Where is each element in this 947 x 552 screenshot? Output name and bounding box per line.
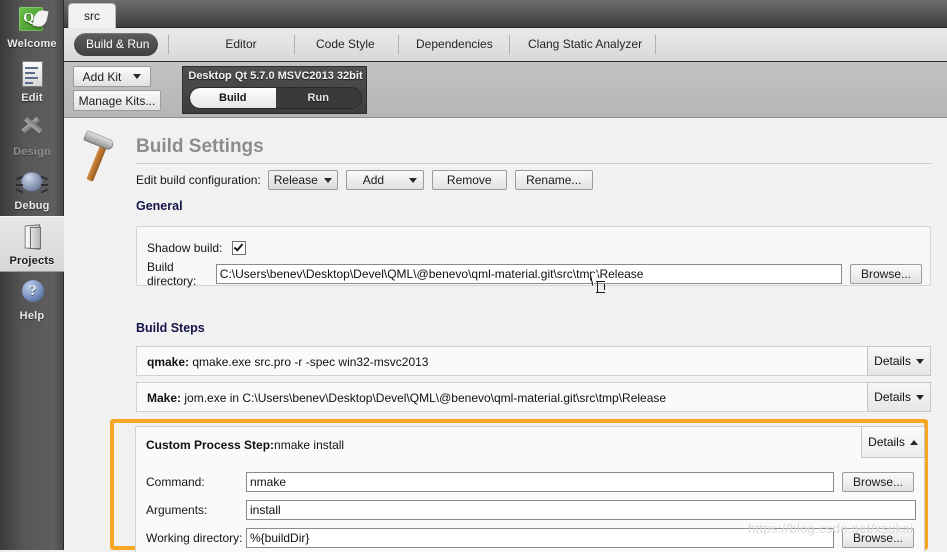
general-section-header: General bbox=[136, 199, 183, 213]
build-step-qmake-text: qmake: qmake.exe src.pro -r -spec win32-… bbox=[147, 347, 428, 377]
build-step-make-name: Make: bbox=[147, 391, 182, 405]
edit-build-configuration-label: Edit build configuration: bbox=[136, 173, 261, 187]
kit-name-label: Desktop Qt 5.7.0 MSVC2013 32bit bbox=[188, 70, 363, 82]
build-step-qmake-name: qmake: bbox=[147, 355, 190, 369]
arguments-input[interactable]: install bbox=[246, 500, 916, 520]
working-directory-label: Working directory: bbox=[146, 531, 243, 545]
design-brush-icon bbox=[15, 113, 49, 145]
build-configuration-value: Release bbox=[273, 173, 318, 187]
settings-category-tabs: Build & Run Editor Code Style Dependenci… bbox=[64, 28, 947, 62]
help-question-icon: ? bbox=[15, 277, 49, 309]
build-configuration-select[interactable]: Release bbox=[267, 170, 338, 190]
custom-process-step-details-button[interactable]: Details bbox=[861, 426, 925, 458]
kit-tab-run[interactable]: Run bbox=[276, 88, 362, 108]
mode-label-help: Help bbox=[19, 310, 45, 322]
tab-clang-static-analyzer[interactable]: Clang Static Analyzer bbox=[516, 33, 642, 56]
remove-configuration-button[interactable]: Remove bbox=[431, 170, 507, 190]
tab-build-and-run[interactable]: Build & Run bbox=[74, 33, 158, 56]
chevron-down-icon bbox=[323, 177, 332, 183]
details-label: Details bbox=[874, 354, 911, 368]
manage-kits-button[interactable]: Manage Kits... bbox=[73, 90, 161, 111]
details-label: Details bbox=[874, 390, 911, 404]
mode-label-projects: Projects bbox=[9, 255, 55, 267]
kit-build-run-toggle[interactable]: Build Run bbox=[189, 87, 362, 109]
mode-item-help[interactable]: ? Help bbox=[0, 272, 64, 326]
build-step-qmake-details-button[interactable]: Details bbox=[867, 346, 931, 376]
bug-icon bbox=[15, 167, 49, 199]
mode-label-debug: Debug bbox=[14, 200, 50, 212]
mode-item-design: Design bbox=[0, 108, 64, 162]
working-directory-row: Working directory: %{buildDir} Browse... bbox=[146, 528, 916, 548]
hammer-icon bbox=[74, 129, 124, 184]
kit-selector-bar: Add Kit Manage Kits... Desktop Qt 5.7.0 … bbox=[64, 62, 947, 118]
shadow-build-checkbox[interactable] bbox=[232, 241, 247, 255]
build-step-make-summary: jom.exe in C:\Users\benev\Desktop\Devel\… bbox=[184, 391, 667, 405]
chevron-down-icon bbox=[915, 394, 924, 400]
project-tab-src[interactable]: src bbox=[68, 3, 116, 28]
rename-configuration-button[interactable]: Rename... bbox=[514, 170, 593, 190]
qt-logo-icon: Qt bbox=[15, 5, 49, 37]
edit-build-configuration-row: Edit build configuration: Release Add Re… bbox=[136, 168, 593, 192]
chevron-up-icon bbox=[909, 439, 918, 445]
build-directory-row: Build directory: C:\Users\benev\Desktop\… bbox=[147, 260, 922, 288]
custom-process-step-highlight: Custom Process Step:nmake install Detail… bbox=[110, 419, 928, 552]
mode-label-welcome: Welcome bbox=[7, 38, 57, 50]
command-input[interactable]: nmake bbox=[246, 472, 834, 492]
projects-folder-icon bbox=[15, 222, 49, 254]
mode-item-edit[interactable]: Edit bbox=[0, 54, 64, 108]
tab-dependencies[interactable]: Dependencies bbox=[404, 33, 496, 56]
tab-code-style[interactable]: Code Style bbox=[304, 33, 380, 56]
build-step-make-details-button[interactable]: Details bbox=[867, 382, 931, 412]
custom-process-step-panel: Custom Process Step:nmake install Detail… bbox=[135, 426, 925, 552]
arguments-label: Arguments: bbox=[146, 503, 208, 517]
chevron-down-icon bbox=[133, 74, 142, 79]
build-steps-section-header: Build Steps bbox=[136, 321, 205, 335]
project-tab-strip: src bbox=[64, 0, 947, 28]
custom-process-step-summary: nmake install bbox=[274, 438, 345, 452]
kit-card[interactable]: Desktop Qt 5.7.0 MSVC2013 32bit Build Ru… bbox=[182, 66, 367, 114]
command-row: Command: nmake Browse... bbox=[146, 472, 916, 492]
custom-process-step-name: Custom Process Step: bbox=[146, 438, 275, 452]
mode-item-debug[interactable]: Debug bbox=[0, 162, 64, 216]
build-directory-browse-button[interactable]: Browse... bbox=[850, 264, 922, 284]
mode-label-design: Design bbox=[13, 146, 51, 158]
working-directory-input[interactable]: %{buildDir} bbox=[246, 528, 834, 548]
mode-item-welcome[interactable]: Qt Welcome bbox=[0, 0, 64, 54]
shadow-build-label: Shadow build: bbox=[147, 241, 223, 255]
general-group-box: Shadow build: Build directory: C:\Users\… bbox=[136, 226, 931, 288]
chevron-down-icon bbox=[915, 358, 924, 364]
command-browse-button[interactable]: Browse... bbox=[842, 472, 914, 492]
chevron-down-icon bbox=[408, 177, 417, 183]
document-edit-icon bbox=[15, 59, 49, 91]
custom-process-step-title: Custom Process Step:nmake install bbox=[146, 438, 344, 452]
build-step-row-make[interactable]: Make: jom.exe in C:\Users\benev\Desktop\… bbox=[136, 382, 931, 412]
tab-editor[interactable]: Editor bbox=[212, 33, 270, 56]
arguments-row: Arguments: install bbox=[146, 500, 921, 520]
add-kit-label: Add Kit bbox=[82, 69, 122, 84]
mode-label-edit: Edit bbox=[21, 92, 43, 104]
kit-tab-build[interactable]: Build bbox=[190, 88, 276, 108]
shadow-build-row: Shadow build: bbox=[147, 238, 247, 258]
page-title: Build Settings bbox=[136, 136, 264, 157]
working-directory-browse-button[interactable]: Browse... bbox=[842, 528, 914, 548]
build-directory-label: Build directory: bbox=[147, 260, 197, 288]
build-step-make-text: Make: jom.exe in C:\Users\benev\Desktop\… bbox=[147, 383, 666, 413]
add-kit-button[interactable]: Add Kit bbox=[73, 66, 151, 87]
build-directory-input[interactable]: C:\Users\benev\Desktop\Devel\QML\@benevo… bbox=[215, 264, 842, 284]
mode-selector-bar: Qt Welcome Edit Design Debug Projects ? … bbox=[0, 0, 64, 550]
build-step-qmake-summary: qmake.exe src.pro -r -spec win32-msvc201… bbox=[192, 355, 429, 369]
build-step-row-qmake[interactable]: qmake: qmake.exe src.pro -r -spec win32-… bbox=[136, 346, 931, 376]
title-divider bbox=[136, 163, 931, 164]
add-configuration-label: Add bbox=[362, 173, 385, 187]
mode-item-projects[interactable]: Projects bbox=[0, 216, 64, 272]
command-label: Command: bbox=[146, 475, 205, 489]
details-label: Details bbox=[868, 435, 905, 449]
add-configuration-button[interactable]: Add bbox=[345, 170, 424, 190]
